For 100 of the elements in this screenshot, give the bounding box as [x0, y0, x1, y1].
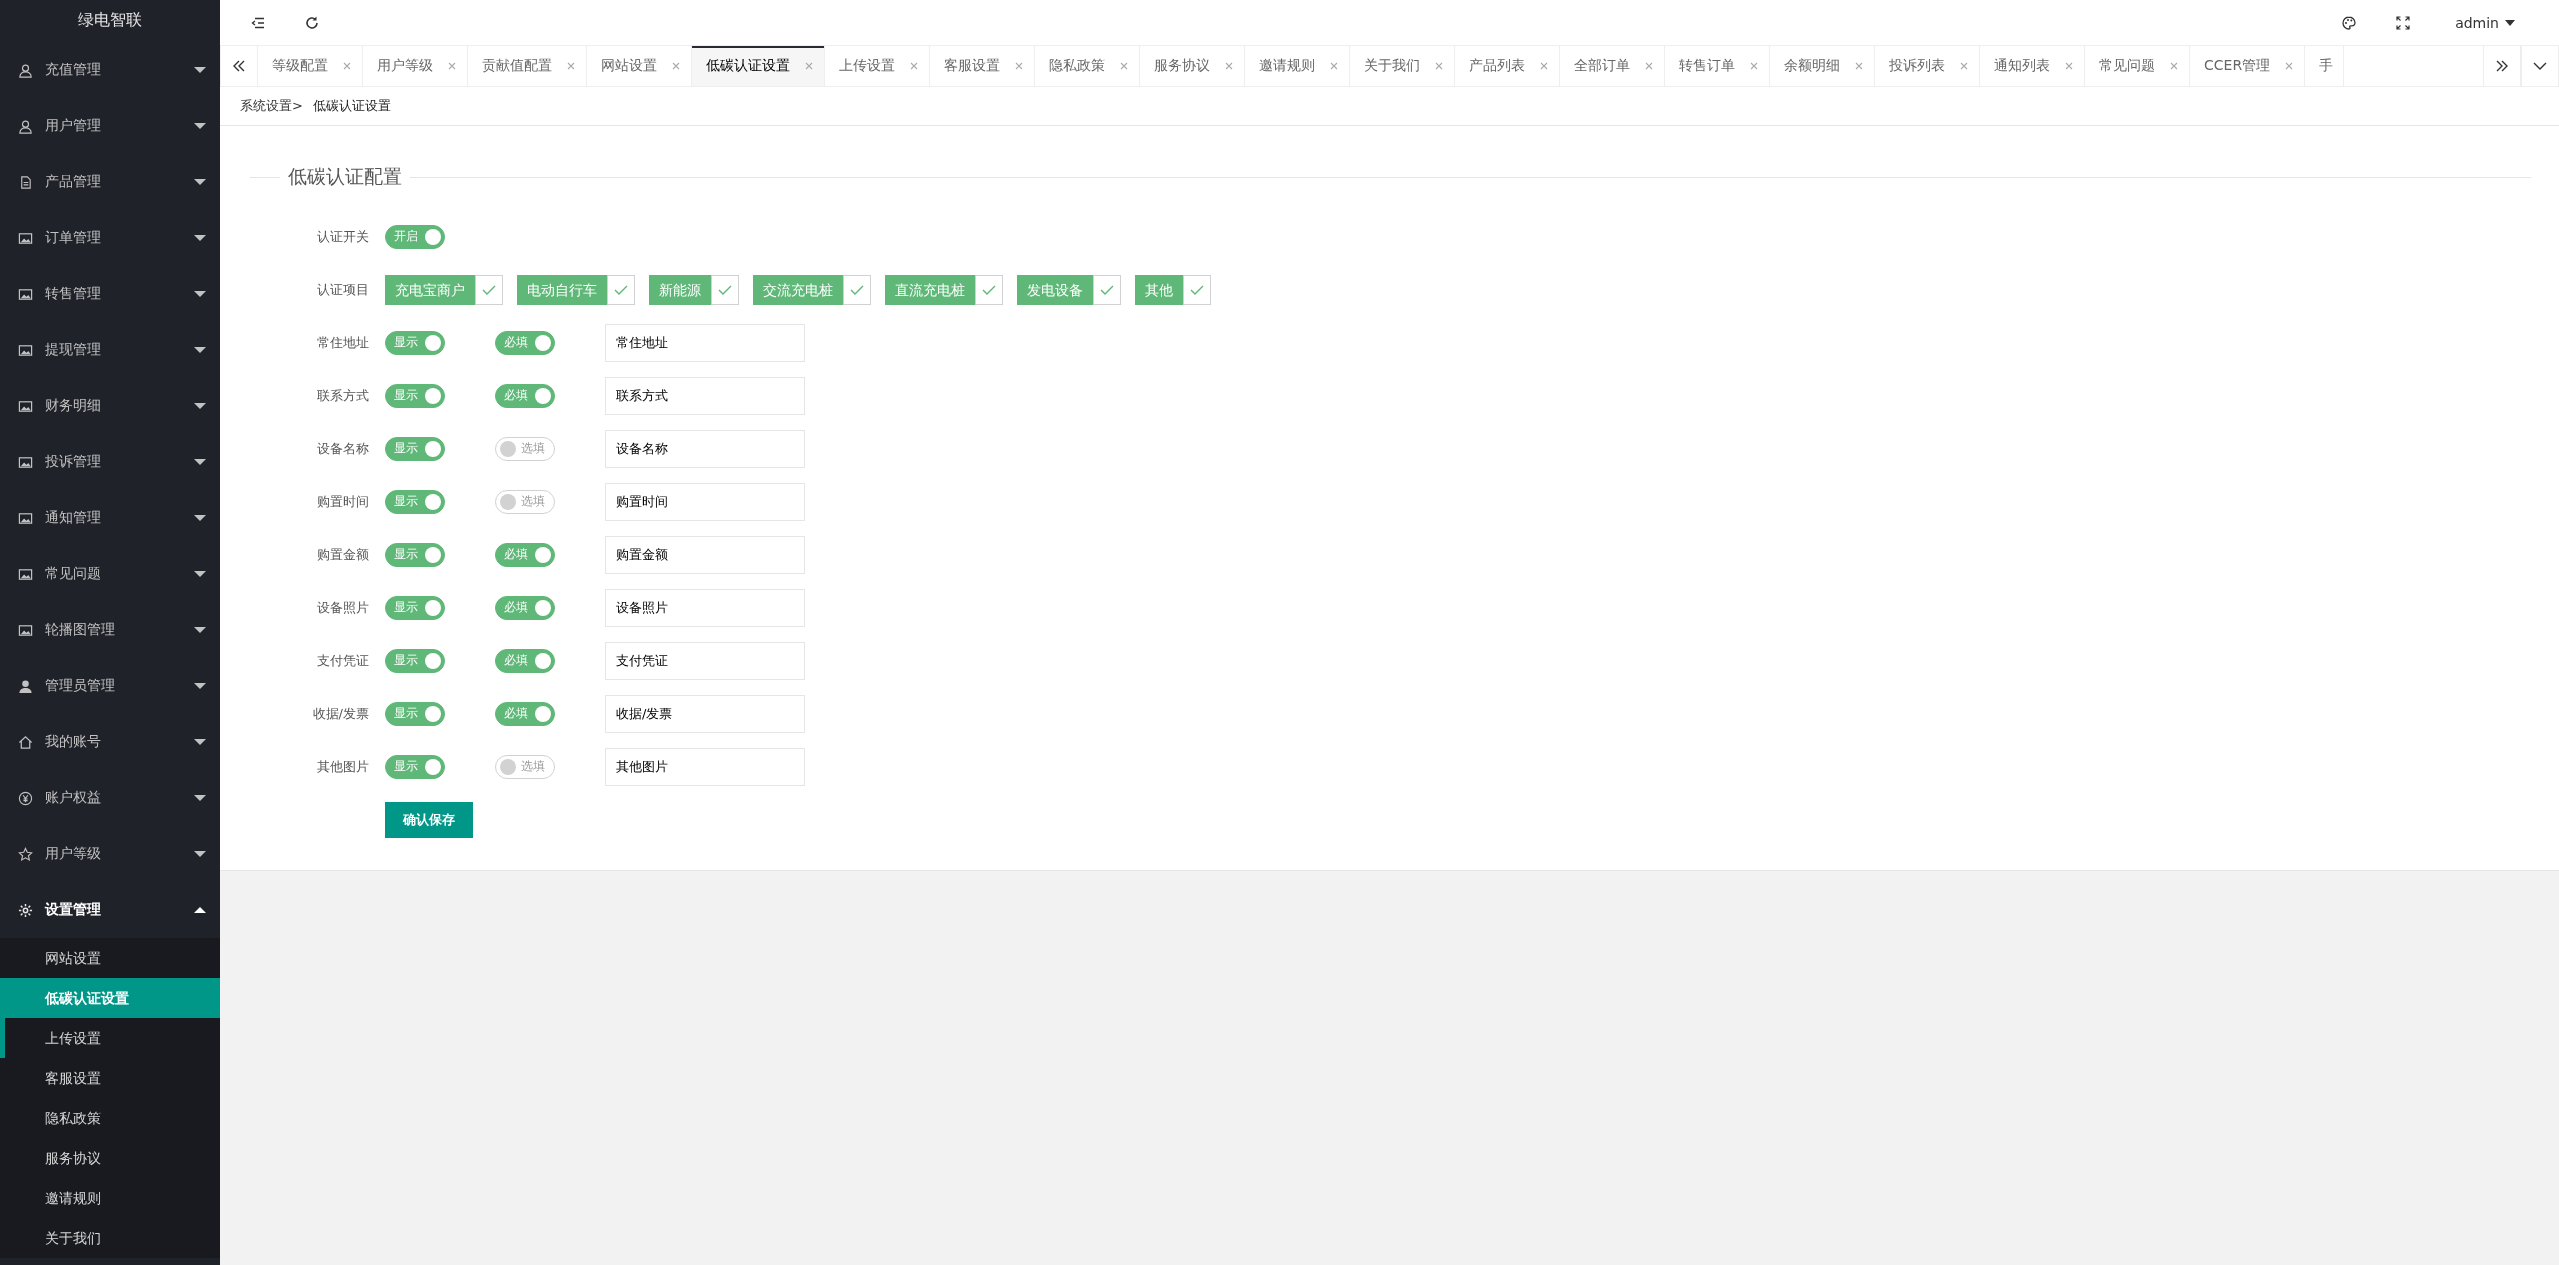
input-field[interactable]: 设备照片	[605, 588, 805, 627]
tab[interactable]: 常见问题	[2085, 46, 2190, 86]
sidebar-item[interactable]: 设置管理	[0, 882, 220, 938]
caret-icon	[194, 795, 206, 801]
close-icon[interactable]	[2169, 61, 2179, 71]
sidebar-subitem[interactable]: 隐私政策	[0, 1098, 220, 1138]
caret-icon	[194, 403, 206, 409]
image-icon	[18, 566, 33, 582]
sidebar-subitem[interactable]: 网站设置	[0, 938, 220, 978]
sidebar-subitem[interactable]: 低碳认证设置	[0, 978, 220, 1018]
close-icon[interactable]	[1119, 61, 1129, 71]
sidebar-item[interactable]: 提现管理	[0, 322, 220, 378]
refresh-icon[interactable]	[304, 14, 320, 31]
field-label: 收据/发票	[311, 704, 370, 723]
close-icon[interactable]	[1854, 61, 1864, 71]
sidebar-item[interactable]: 用户等级	[0, 826, 220, 882]
caret-icon	[194, 683, 206, 689]
close-icon[interactable]	[1959, 61, 1969, 71]
caret-icon	[194, 515, 206, 521]
close-icon[interactable]	[1539, 61, 1549, 71]
sidebar-item[interactable]: 我的账号	[0, 714, 220, 770]
sidebar-subitem[interactable]: 客服设置	[0, 1058, 220, 1098]
close-icon[interactable]	[1644, 61, 1654, 71]
image-icon	[18, 398, 33, 414]
fullscreen-icon[interactable]	[2395, 14, 2412, 31]
sidebar-item[interactable]: 产品管理	[0, 154, 220, 210]
user-icon	[18, 118, 33, 134]
close-icon[interactable]	[1329, 61, 1339, 71]
close-icon[interactable]	[447, 61, 457, 71]
sidebar-subitem[interactable]: 服务协议	[0, 1138, 220, 1178]
sidebar-item[interactable]: 常见问题	[0, 546, 220, 602]
tab[interactable]: 关于我们	[1350, 46, 1455, 86]
field-label: 认证开关	[316, 227, 370, 246]
tab[interactable]: 等级配置	[258, 46, 363, 86]
tab[interactable]: 余额明细	[1770, 46, 1875, 86]
sidebar-item[interactable]: 管理员管理	[0, 658, 220, 714]
sidebar-item[interactable]: 用户管理	[0, 98, 220, 154]
sidebar-subitem[interactable]: 关于我们	[0, 1218, 220, 1258]
tab[interactable]: 投诉列表	[1875, 46, 1980, 86]
input-field[interactable]: 设备名称	[605, 429, 805, 468]
caret-icon	[194, 571, 206, 577]
close-icon[interactable]	[804, 61, 814, 71]
close-icon[interactable]	[1014, 61, 1024, 71]
sidebar-item[interactable]: 通知管理	[0, 490, 220, 546]
caret-icon	[194, 851, 206, 857]
star-icon	[18, 846, 33, 862]
sidebar-item[interactable]: 充值管理	[0, 42, 220, 98]
close-icon[interactable]	[1749, 61, 1759, 71]
tab[interactable]: 通知列表	[1980, 46, 2085, 86]
input-field[interactable]: 其他图片	[605, 747, 805, 786]
close-icon[interactable]	[1224, 61, 1234, 71]
breadcrumb-item[interactable]: 低碳认证设置	[312, 97, 391, 115]
caret-icon	[194, 739, 206, 745]
tab[interactable]: 产品列表	[1455, 46, 1560, 86]
sidebar-item[interactable]: 账户权益	[0, 770, 220, 826]
image-icon	[18, 454, 33, 470]
caret-icon	[194, 907, 206, 913]
close-icon[interactable]	[566, 61, 576, 71]
tab[interactable]: 上传设置	[825, 46, 930, 86]
sidebar-item[interactable]: 财务明细	[0, 378, 220, 434]
close-icon[interactable]	[342, 61, 352, 71]
sidebar-subitem[interactable]: 邀请规则	[0, 1178, 220, 1218]
scroll-right-button[interactable]	[2483, 46, 2521, 86]
sidebar-item[interactable]: 转售管理	[0, 266, 220, 322]
sidebar-item[interactable]: 轮播图管理	[0, 602, 220, 658]
caret-icon	[194, 347, 206, 353]
input-field[interactable]: 购置金额	[605, 535, 805, 574]
tab[interactable]: 客服设置	[930, 46, 1035, 86]
tab[interactable]: 转售订单	[1665, 46, 1770, 86]
close-icon[interactable]	[2064, 61, 2074, 71]
tab[interactable]: 低碳认证设置	[692, 46, 825, 86]
input-field[interactable]: 联系方式	[605, 376, 805, 415]
sidebar-item[interactable]: 订单管理	[0, 210, 220, 266]
tab[interactable]: 全部订单	[1560, 46, 1665, 86]
breadcrumb-item[interactable]: 系统设置>	[240, 97, 303, 115]
tab[interactable]: CCER管理	[2190, 46, 2306, 86]
sidebar-item[interactable]: 投诉管理	[0, 434, 220, 490]
close-icon[interactable]	[2284, 61, 2295, 71]
dropdown-button[interactable]	[2521, 46, 2559, 86]
tab[interactable]: 服务协议	[1140, 46, 1245, 86]
close-icon[interactable]	[1434, 61, 1444, 71]
field-label: 其他图片	[316, 757, 370, 776]
input-field[interactable]: 购置时间	[605, 482, 805, 521]
palette-icon[interactable]	[2341, 14, 2358, 31]
tab[interactable]: 隐私政策	[1035, 46, 1140, 86]
tab[interactable]: 贡献值配置	[468, 46, 587, 86]
input-field[interactable]: 常住地址	[605, 323, 805, 362]
save-button[interactable]: 确认保存	[385, 801, 473, 838]
input-field[interactable]: 支付凭证	[605, 641, 805, 680]
input-field[interactable]: 收据/发票	[605, 694, 805, 733]
close-icon[interactable]	[909, 61, 919, 71]
person-icon	[18, 678, 33, 694]
image-icon	[18, 230, 33, 246]
image-icon	[18, 286, 33, 302]
tab[interactable]: 手	[2305, 46, 2345, 86]
scroll-left-button[interactable]	[220, 46, 258, 86]
tab[interactable]: 邀请规则	[1245, 46, 1350, 86]
tab[interactable]: 用户等级	[363, 46, 468, 86]
user-menu[interactable]: admin	[2449, 14, 2535, 31]
close-icon[interactable]	[671, 61, 681, 71]
